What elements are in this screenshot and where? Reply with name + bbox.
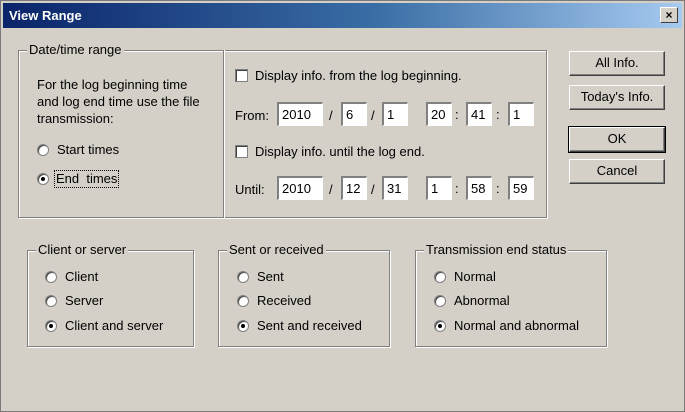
- from-beginning-checkbox[interactable]: [235, 69, 248, 82]
- until-day-field[interactable]: 31: [382, 176, 408, 200]
- until-hour-field[interactable]: 1: [426, 176, 452, 200]
- instructions-line-2: and log end time use the file: [37, 94, 200, 109]
- time-separator: :: [455, 107, 459, 122]
- until-year-field[interactable]: 2010: [277, 176, 323, 200]
- client-and-server-label[interactable]: Client and server: [65, 318, 163, 334]
- close-icon[interactable]: ×: [660, 7, 678, 23]
- date-range-divider: [223, 50, 225, 218]
- time-separator: :: [496, 107, 500, 122]
- date-separator: /: [371, 182, 375, 197]
- todays-info-button[interactable]: Today's Info.: [569, 85, 665, 110]
- start-times-label[interactable]: Start times: [57, 142, 119, 158]
- date-separator: /: [329, 108, 333, 123]
- until-month-field[interactable]: 12: [341, 176, 367, 200]
- server-label[interactable]: Server: [65, 293, 103, 309]
- end-status-label: Transmission end status: [424, 242, 569, 258]
- end-times-radio[interactable]: [37, 173, 49, 185]
- until-label: Until:: [235, 182, 265, 197]
- start-times-radio[interactable]: [37, 144, 49, 156]
- from-second-field[interactable]: 1: [508, 102, 534, 126]
- instructions-line-1: For the log beginning time: [37, 77, 188, 92]
- sent-label[interactable]: Sent: [257, 269, 284, 285]
- date-separator: /: [371, 108, 375, 123]
- client-radio[interactable]: [45, 271, 57, 283]
- window-title: View Range: [9, 8, 82, 23]
- sent-and-received-radio[interactable]: [237, 320, 249, 332]
- until-minute-field[interactable]: 58: [466, 176, 492, 200]
- sent-and-received-label[interactable]: Sent and received: [257, 318, 362, 334]
- abnormal-label[interactable]: Abnormal: [454, 293, 510, 309]
- all-info-button[interactable]: All Info.: [569, 51, 665, 76]
- received-label[interactable]: Received: [257, 293, 311, 309]
- server-radio[interactable]: [45, 295, 57, 307]
- normal-radio[interactable]: [434, 271, 446, 283]
- until-end-checkbox[interactable]: [235, 145, 248, 158]
- from-year-field[interactable]: 2010: [277, 102, 323, 126]
- client-and-server-radio[interactable]: [45, 320, 57, 332]
- instructions-line-3: transmission:: [37, 111, 114, 126]
- time-separator: :: [455, 181, 459, 196]
- until-end-label[interactable]: Display info. until the log end.: [255, 144, 425, 160]
- from-month-field[interactable]: 6: [341, 102, 367, 126]
- view-range-dialog: View Range × Date/time range For the log…: [0, 0, 685, 412]
- end-times-label[interactable]: End times: [54, 170, 120, 188]
- sent-radio[interactable]: [237, 271, 249, 283]
- until-second-field[interactable]: 59: [508, 176, 534, 200]
- time-separator: :: [496, 181, 500, 196]
- normal-and-abnormal-label[interactable]: Normal and abnormal: [454, 318, 579, 334]
- ok-button[interactable]: OK: [568, 126, 666, 153]
- title-bar[interactable]: View Range ×: [3, 3, 682, 28]
- normal-and-abnormal-radio[interactable]: [434, 320, 446, 332]
- abnormal-radio[interactable]: [434, 295, 446, 307]
- client-server-label: Client or server: [36, 242, 129, 258]
- from-minute-field[interactable]: 41: [466, 102, 492, 126]
- date-time-range-label: Date/time range: [27, 42, 124, 58]
- from-beginning-label[interactable]: Display info. from the log beginning.: [255, 68, 462, 84]
- cancel-button[interactable]: Cancel: [569, 159, 665, 184]
- normal-label[interactable]: Normal: [454, 269, 496, 285]
- from-label: From:: [235, 108, 269, 123]
- date-separator: /: [329, 182, 333, 197]
- received-radio[interactable]: [237, 295, 249, 307]
- client-label[interactable]: Client: [65, 269, 98, 285]
- from-hour-field[interactable]: 20: [426, 102, 452, 126]
- from-day-field[interactable]: 1: [382, 102, 408, 126]
- sent-received-label: Sent or received: [227, 242, 326, 258]
